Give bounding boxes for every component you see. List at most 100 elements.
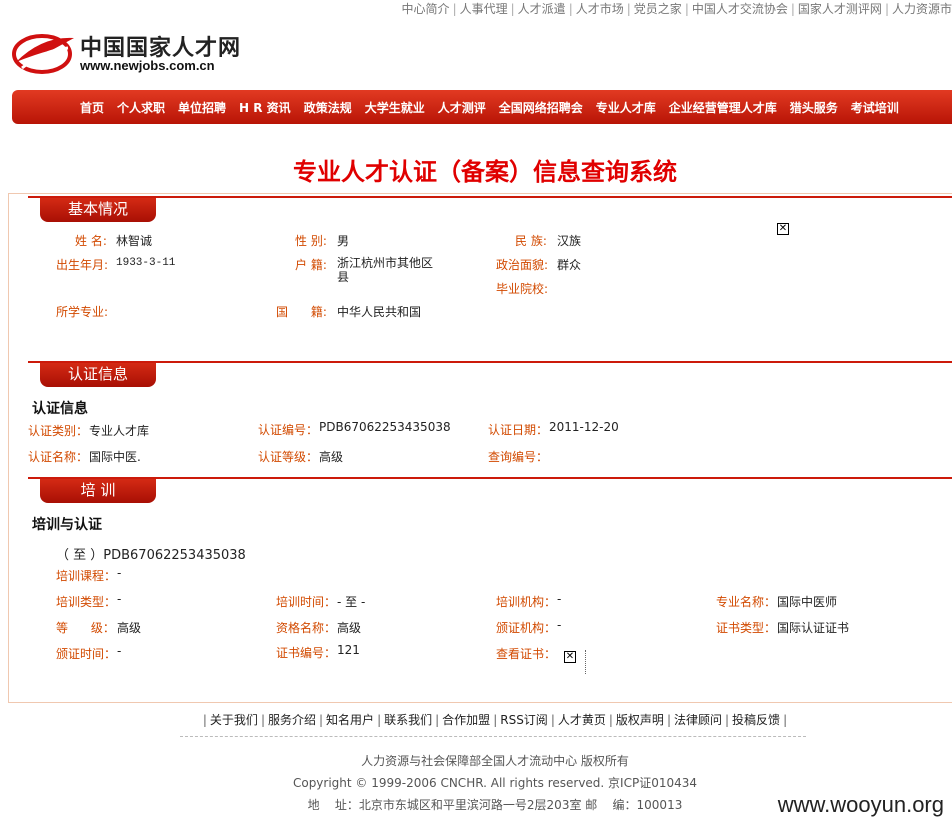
top-link-assessment[interactable]: 国家人才测评网	[798, 2, 882, 16]
nav-assessment[interactable]: 人才测评	[438, 99, 486, 116]
top-link-dispatch[interactable]: 人才派遣	[518, 2, 566, 16]
nav-headhunter[interactable]: 猎头服务	[790, 99, 838, 116]
section-cert-header: 认证信息	[28, 361, 952, 387]
watermark: www.wooyun.org	[777, 792, 944, 817]
photo-broken-image-icon: ✕	[777, 223, 789, 235]
nav-talent-pool[interactable]: 专业人才库	[596, 99, 656, 116]
certificate-broken-image-icon[interactable]: ✕	[564, 651, 576, 663]
cert-date-value: 2011-12-20	[549, 420, 619, 434]
issue-time-label: 颁证时间：	[56, 647, 117, 661]
footer-link-feedback[interactable]: 投稿反馈	[732, 713, 780, 727]
footer-link-rss[interactable]: RSS订阅	[500, 713, 548, 727]
main-nav: 首页 个人求职 单位招聘 H R 资讯 政策法规 大学生就业 人才测评 全国网络…	[12, 90, 952, 124]
issuer-label: 颁证机构：	[496, 621, 557, 635]
major-label: 所学专业:	[56, 305, 109, 319]
cert-level-label: 认证等级：	[258, 450, 319, 464]
training-subtitle: 培训与认证	[32, 517, 102, 533]
training-type-label: 培训类型：	[56, 595, 117, 609]
cert-subtitle: 认证信息	[32, 401, 88, 417]
cert-date-label: 认证日期：	[488, 423, 549, 437]
cert-no-label: 认证编号：	[258, 423, 319, 437]
top-link-intro[interactable]: 中心简介	[402, 2, 450, 16]
cert-type-label: 认证类别：	[28, 424, 89, 438]
nav-exam[interactable]: 考试培训	[851, 99, 899, 116]
nav-recruit[interactable]: 单位招聘	[178, 99, 226, 116]
cert-name-value: 国际中医.	[89, 450, 141, 464]
section-basic-header: 基本情况	[28, 196, 952, 222]
nav-home[interactable]: 首页	[80, 99, 104, 116]
top-link-party[interactable]: 党员之家	[634, 2, 682, 16]
ethnic-label: 民 族:	[515, 234, 547, 248]
footer-divider	[180, 736, 806, 737]
hukou-label: 户 籍:	[295, 258, 327, 272]
section-cert-tab: 认证信息	[40, 363, 156, 387]
cert-name-label: 认证名称：	[28, 450, 89, 464]
footer-link-partner[interactable]: 合作加盟	[442, 713, 490, 727]
level-label: 等 级：	[56, 621, 115, 635]
page-title: 专业人才认证（备案）信息查询系统	[293, 158, 677, 186]
cert-type2-label: 证书类型：	[716, 621, 777, 635]
qualification-label: 资格名称：	[276, 621, 337, 635]
logo-url: www.newjobs.com.cn	[80, 58, 215, 73]
level-value: 高级	[117, 621, 142, 635]
footer-link-services[interactable]: 服务介绍	[268, 713, 316, 727]
gender-label: 性 别:	[295, 234, 327, 248]
training-time-value: - 至 -	[337, 595, 366, 609]
top-links-bar: 中心简介 | 人事代理 | 人才派遣 | 人才市场 | 党员之家 | 中国人才交流协会 | 国家人才测评…	[401, 2, 952, 16]
top-link-association[interactable]: 中国人才交流协会	[692, 2, 788, 16]
specialty-value: 国际中医师	[777, 595, 838, 609]
cert-number-label: 证书编号：	[276, 646, 337, 660]
view-cert-label: 查看证书：	[496, 647, 557, 661]
name-value: 林智诚	[116, 234, 153, 248]
section-training-header: 培 训	[28, 477, 952, 503]
footer-owner: 人力资源与社会保障部全国人才流动中心 版权所有	[361, 754, 629, 768]
footer-link-copyright[interactable]: 版权声明	[616, 713, 664, 727]
cert-query-label: 查询编号：	[488, 450, 549, 464]
issuer-value: -	[557, 618, 562, 632]
top-link-hr[interactable]: 人力资源市	[892, 2, 952, 16]
nation-value: 中华人民共和国	[337, 305, 422, 319]
top-link-market[interactable]: 人才市场	[576, 2, 624, 16]
birth-label: 出生年月:	[56, 258, 109, 272]
course-label: 培训课程：	[56, 569, 117, 583]
cert-number-value: 121	[337, 643, 360, 657]
nav-policy[interactable]: 政策法规	[304, 99, 352, 116]
qualification-value: 高级	[337, 621, 362, 635]
issue-time-value: -	[117, 644, 122, 658]
cert-level-value: 高级	[319, 450, 344, 464]
birth-value: 1933-3-11	[116, 257, 176, 269]
name-label: 姓 名:	[75, 234, 107, 248]
hukou-value: 浙江杭州市其他区县	[337, 256, 434, 284]
footer-link-yellowpages[interactable]: 人才黄页	[558, 713, 606, 727]
cert-no-value: PDB67062253435038	[319, 420, 451, 434]
training-period: （ 至 ）PDB67062253435038	[56, 548, 246, 563]
footer-link-legal[interactable]: 法律顾问	[674, 713, 722, 727]
nav-job-seek[interactable]: 个人求职	[117, 99, 165, 116]
certificate-image-alt-mark	[585, 650, 592, 674]
specialty-label: 专业名称：	[716, 595, 777, 609]
gender-value: 男	[337, 234, 350, 248]
ethnic-value: 汉族	[557, 234, 582, 248]
cert-type-value: 专业人才库	[89, 424, 150, 438]
footer-link-about[interactable]: 关于我们	[210, 713, 258, 727]
nav-manager-pool[interactable]: 企业经营管理人才库	[669, 99, 777, 116]
footer-copyright: Copyright © 1999-2006 CNCHR. All rights …	[292, 776, 698, 790]
top-link-agency[interactable]: 人事代理	[460, 2, 508, 16]
logo-emblem-icon	[12, 34, 74, 74]
footer-links: | 关于我们 | 服务介绍 | 知名用户 | 联系我们 | 合作加盟 | RSS订阅 | 人才黄页 | 版权声…	[202, 713, 788, 727]
course-value: -	[117, 566, 122, 580]
section-training-tab: 培 训	[40, 479, 156, 503]
nation-label: 国 籍:	[276, 305, 327, 319]
nav-graduate[interactable]: 大学生就业	[365, 99, 425, 116]
training-org-value: -	[557, 592, 562, 606]
section-basic-tab: 基本情况	[40, 198, 156, 222]
footer-link-clients[interactable]: 知名用户	[326, 713, 374, 727]
politic-label: 政治面貌:	[496, 258, 549, 272]
training-org-label: 培训机构：	[496, 595, 557, 609]
site-logo[interactable]: 中国国家人才网 www.newjobs.com.cn	[12, 28, 252, 76]
nav-job-fair[interactable]: 全国网络招聘会	[499, 99, 583, 116]
school-label: 毕业院校:	[496, 282, 549, 296]
footer-link-contact[interactable]: 联系我们	[384, 713, 432, 727]
training-time-label: 培训时间：	[276, 595, 337, 609]
nav-hr-news[interactable]: H R 资讯	[239, 99, 291, 116]
